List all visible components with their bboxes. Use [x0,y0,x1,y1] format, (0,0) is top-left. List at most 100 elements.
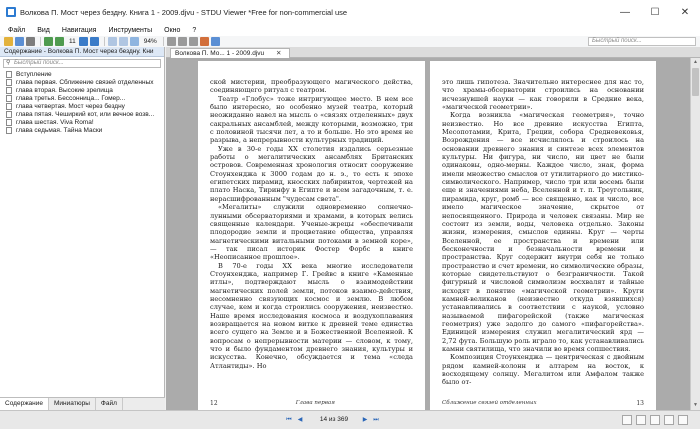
menu-view[interactable]: Вид [37,27,50,34]
close-tab-icon[interactable]: ✕ [276,50,281,57]
page-down-icon[interactable] [89,37,99,46]
single-page-view-icon[interactable] [622,415,632,425]
right-page: это лишь гипотеза. Значительно интересне… [430,61,656,410]
page-icon [6,118,12,126]
select-tool-icon[interactable] [118,37,128,46]
search-icon[interactable] [210,37,220,46]
scroll-up-icon[interactable]: ▲ [691,58,700,67]
menu-window[interactable]: Окно [164,27,180,34]
status-bar: ⏮ ◀ 14 из 369 ▶ ⏭ [0,410,700,429]
maximize-button[interactable]: ☐ [640,0,670,24]
menu-help[interactable]: ? [192,27,196,34]
page-icon [6,102,12,110]
toc-item-label: глава пятая. Чеширкий кот, или вечное во… [16,110,155,118]
save-icon[interactable] [15,37,24,46]
left-paragraph: Уже в 30-е годы XX столетия издались сер… [210,144,413,203]
first-page-icon[interactable]: ⏮ [285,416,293,424]
toc-item[interactable]: глава третья. Бессонница... Гомер... [6,94,164,102]
facing-pages-view-icon[interactable] [650,415,660,425]
left-paragraph: ской мистерии, преобразующего магическог… [210,78,413,95]
scroll-down-icon[interactable]: ▼ [691,401,700,410]
window-controls: — ☐ ✕ [610,0,700,24]
page-icon [6,94,12,102]
right-page-number: 13 [636,400,644,407]
toolbar: 11 94% Быстрый поиск... [0,36,700,47]
document-tab-bar: Волкова П. Мо... 1 - 2009.djvu ✕ [166,47,700,58]
left-running-head: Глава первая [295,400,335,406]
sidebar-search-input[interactable]: Быстрый поиск... [3,59,161,68]
right-page-footer: Сближение связей отделенных 13 [442,400,644,407]
toc-item[interactable]: глава первая. Сближение связей отделенны… [6,78,164,86]
toc-item-label: глава четвертая. Мост через бездну [16,102,125,110]
sidebar: Содержание - Волкова П. Мост через бездн… [0,47,165,410]
right-paragraph: Композиция Стоунхенджа — центрическая с … [442,353,644,387]
page-icon [6,126,12,134]
quick-search-input[interactable]: Быстрый поиск... [588,37,696,46]
menu-file[interactable]: Файл [8,27,25,34]
left-paragraph: «Мегалиты» служили одновременно солнечно… [210,203,413,262]
bookmark-icon[interactable] [199,37,209,46]
menu-tools[interactable]: Инструменты [108,27,152,34]
close-button[interactable]: ✕ [670,0,700,24]
menu-bar: Файл Вид Навигация Инструменты Окно ? [0,24,700,36]
sidebar-header: Содержание - Волкова П. Мост через бездн… [0,47,164,57]
window-title: Волкова П. Мост через бездну. Книга 1 - … [20,7,348,17]
menu-navigation[interactable]: Навигация [62,27,97,34]
hand-tool-icon[interactable] [107,37,117,46]
continuous-view-icon[interactable] [636,415,646,425]
page-number-field[interactable]: 11 [69,38,76,45]
zoom-tool-icon[interactable] [129,37,139,46]
page-icon [6,70,12,78]
page-up-icon[interactable] [78,37,88,46]
left-paragraph: В 70-е годы XX века многие исследователи… [210,261,413,370]
open-folder-icon[interactable] [4,37,13,46]
fit-page-icon[interactable] [177,37,187,46]
toc-item-label: глава вторая. Высокие зрелища [16,86,113,94]
toolbar-divider [162,37,164,46]
forward-icon[interactable] [55,37,64,46]
right-paragraph: Когда возникла «магическая геометрия», т… [442,111,644,353]
document-tab[interactable]: Волкова П. Мо... 1 - 2009.djvu ✕ [170,48,291,58]
zoom-level[interactable]: 94% [144,38,157,45]
tab-thumbnails[interactable]: Миниатюры [49,398,96,410]
toc-item[interactable]: глава четвертая. Мост через бездну [6,102,164,110]
document-area: Волкова П. Мо... 1 - 2009.djvu ✕ ской ми… [166,47,700,410]
previous-page-icon[interactable]: ◀ [296,416,304,424]
rotate-icon[interactable] [188,37,198,46]
sidebar-tabs: Содержание Миниатюры Файл [0,397,165,410]
toc-item[interactable]: глава пятая. Чеширкий кот, или вечное во… [6,110,164,118]
toc-item[interactable]: глава вторая. Высокие зрелища [6,86,164,94]
tab-file[interactable]: Файл [96,398,123,410]
page-icon [6,86,12,94]
right-paragraph: это лишь гипотеза. Значительно интересне… [442,78,644,112]
toc-item[interactable]: глава шестая. Viva Roma! [6,118,164,126]
page-icon [6,78,12,86]
toolbar-divider [103,37,105,46]
toc-item-label: глава первая. Сближение связей отделенны… [16,78,154,86]
toc-item-label: глава шестая. Viva Roma! [16,118,94,126]
toc-item[interactable]: глава седьмая. Тайна Маски [6,126,164,134]
toc-item-label: глава третья. Бессонница... Гомер... [16,94,126,102]
last-page-icon[interactable]: ⏭ [372,416,380,424]
fullscreen-view-icon[interactable] [678,415,688,425]
left-page-text: ской мистерии, преобразующего магическог… [210,78,413,370]
page-icon [6,110,12,118]
print-icon[interactable] [26,37,35,46]
vertical-scrollbar[interactable]: ▲ ▼ [690,58,700,410]
fit-width-icon[interactable] [166,37,176,46]
right-page-text: это лишь гипотеза. Значительно интересне… [442,78,644,387]
tab-contents[interactable]: Содержание [0,398,49,410]
toc-item[interactable]: Вступление [6,70,164,78]
toc-item-label: глава седьмая. Тайна Маски [16,126,103,134]
scrollbar-thumb[interactable] [692,68,699,96]
page-indicator[interactable]: 14 из 369 [313,415,355,425]
back-icon[interactable] [44,37,53,46]
next-page-icon[interactable]: ▶ [361,416,369,424]
continuous-facing-view-icon[interactable] [664,415,674,425]
right-running-head: Сближение связей отделенных [442,400,537,406]
left-page-number: 12 [210,400,218,407]
left-paragraph: Театр «Глобус» тоже интригующее место. В… [210,94,413,145]
left-page-footer: 12 Глава первая [210,400,413,407]
minimize-button[interactable]: — [610,0,640,24]
toc-item-label: Вступление [16,70,52,78]
